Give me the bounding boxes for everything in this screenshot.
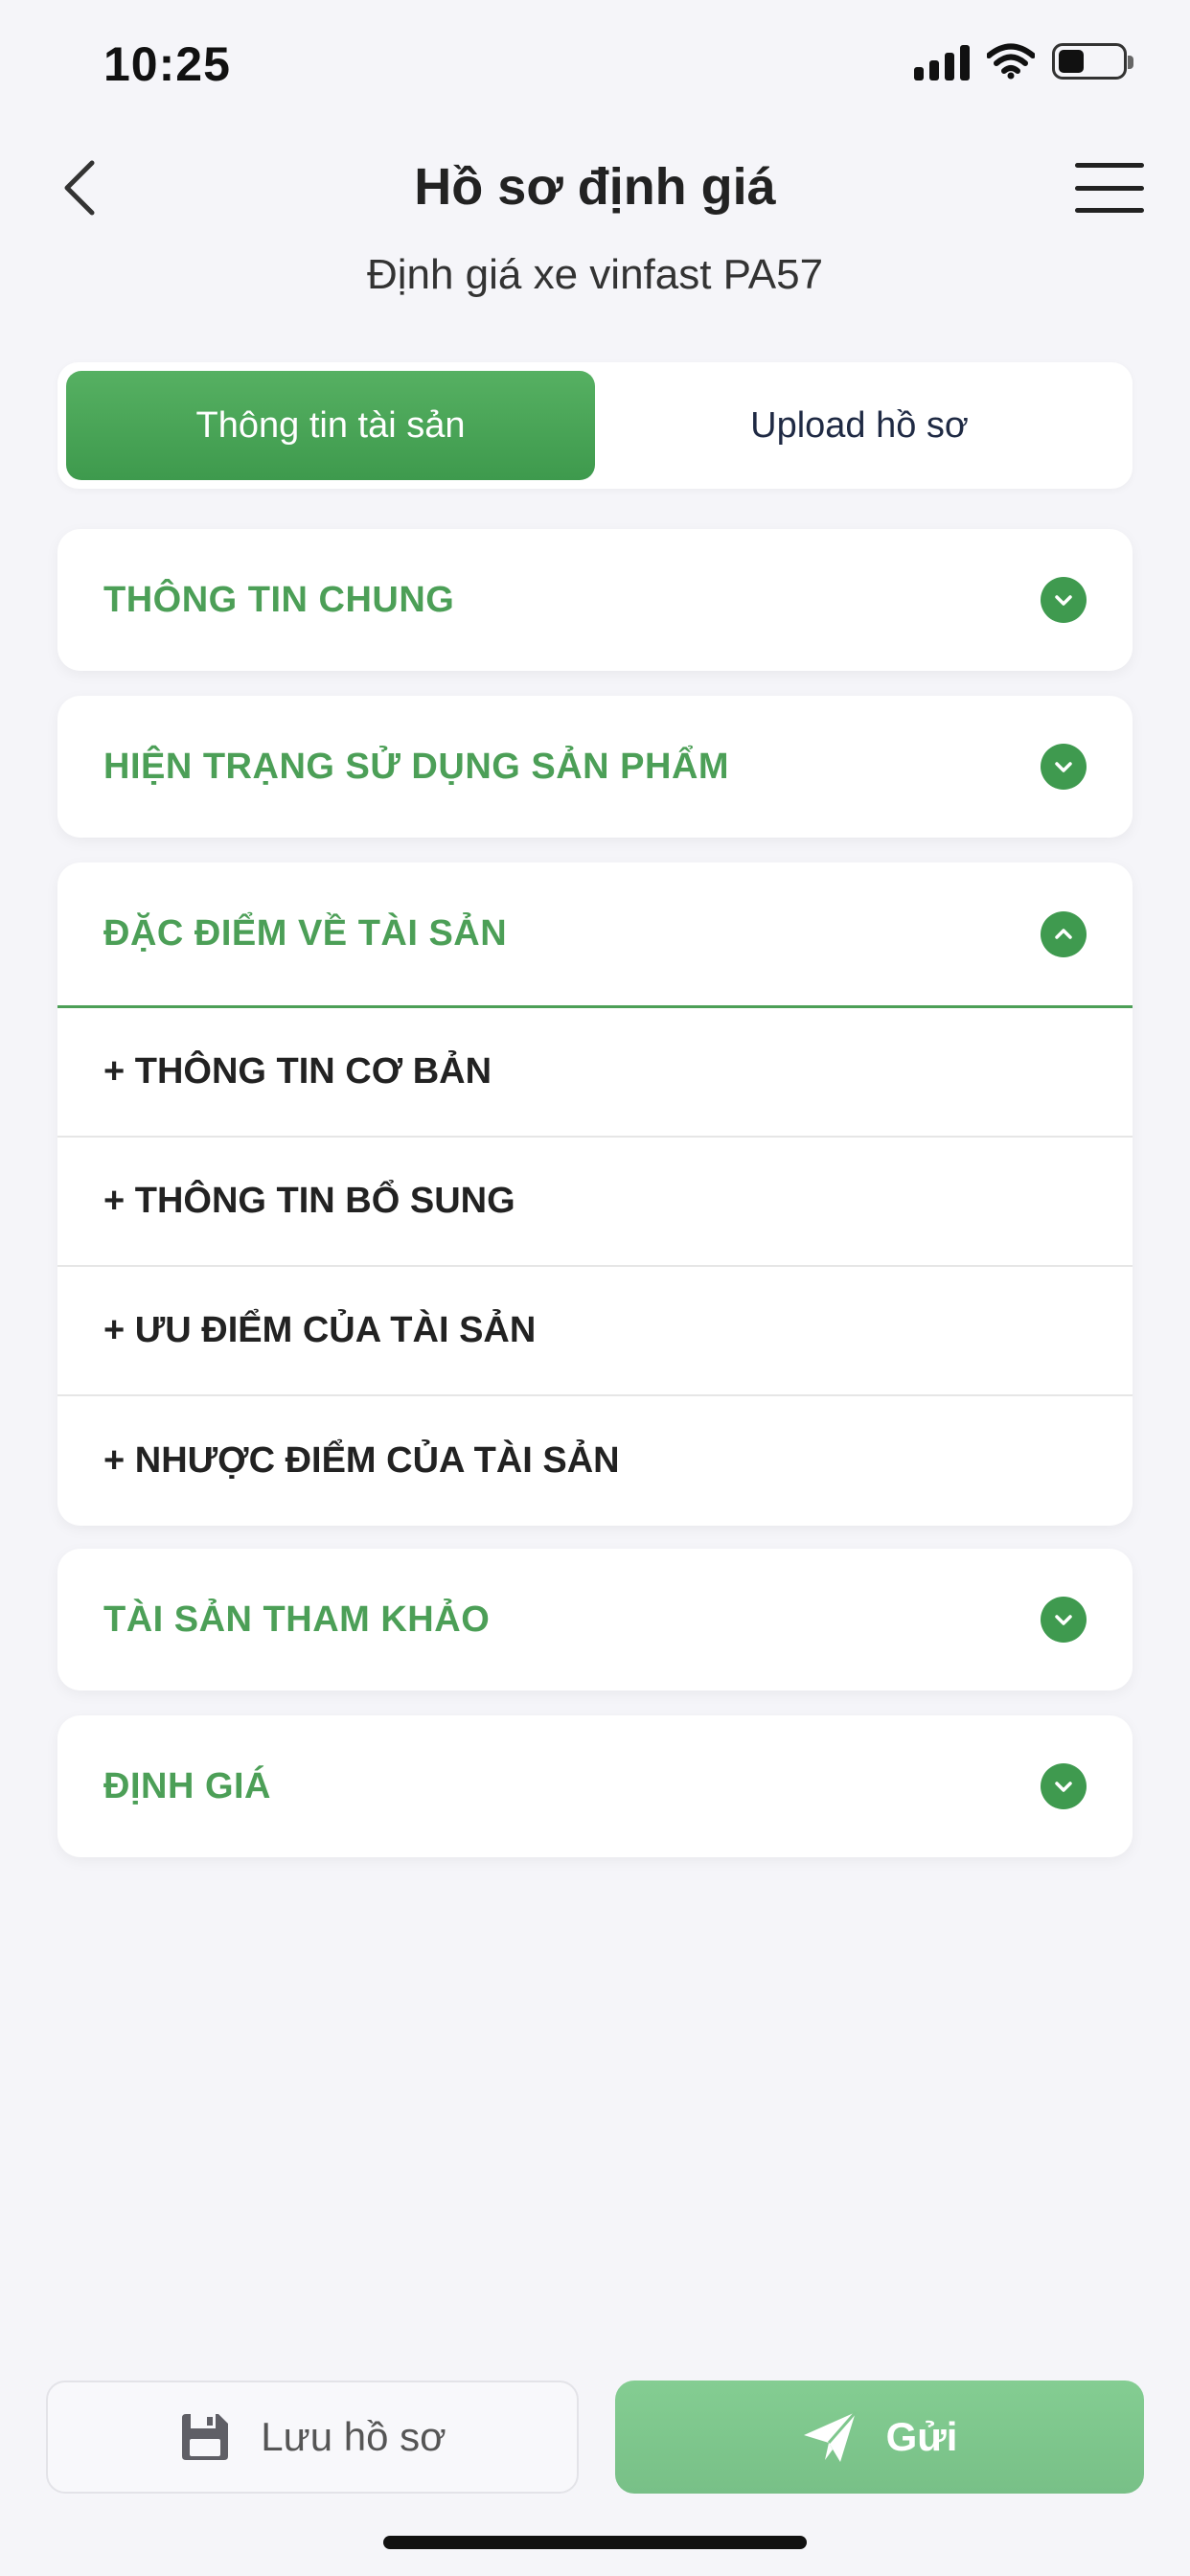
section-header[interactable]: TÀI SẢN THAM KHẢO [57, 1549, 1133, 1690]
section-header[interactable]: ĐỊNH GIÁ [57, 1715, 1133, 1857]
sub-item-advantages[interactable]: + ƯU ĐIỂM CỦA TÀI SẢN [57, 1267, 1133, 1396]
section-title: ĐẶC ĐIỂM VỀ TÀI SẢN [103, 913, 508, 954]
send-button-label: Gửi [885, 2414, 958, 2459]
section-usage-status: HIỆN TRẠNG SỬ DỤNG SẢN PHẨM [57, 696, 1133, 838]
status-icons [914, 42, 1133, 80]
save-button-label: Lưu hồ sơ [261, 2414, 446, 2459]
floppy-disk-icon [182, 2414, 229, 2460]
send-button[interactable]: Gửi [615, 2380, 1144, 2494]
battery-icon [1052, 43, 1133, 80]
section-header[interactable]: THÔNG TIN CHUNG [57, 529, 1133, 671]
sub-item-disadvantages[interactable]: + NHƯỢC ĐIỂM CỦA TÀI SẢN [57, 1396, 1133, 1526]
sub-item-basic-info[interactable]: + THÔNG TIN CƠ BẢN [57, 1008, 1133, 1138]
chevron-down-icon [1041, 577, 1087, 623]
page-title: Hồ sơ định giá [414, 158, 776, 216]
section-title: THÔNG TIN CHUNG [103, 579, 455, 620]
page-subtitle: Định giá xe vinfast PA57 [366, 251, 824, 298]
signal-icon [914, 42, 970, 80]
section-header[interactable]: HIỆN TRẠNG SỬ DỤNG SẢN PHẨM [57, 696, 1133, 838]
section-title: TÀI SẢN THAM KHẢO [103, 1598, 491, 1640]
section-header[interactable]: ĐẶC ĐIỂM VỀ TÀI SẢN [57, 862, 1133, 1008]
chevron-down-icon [1041, 1763, 1087, 1809]
chevron-down-icon [1041, 1597, 1087, 1643]
chevron-down-icon [1041, 744, 1087, 790]
status-time: 10:25 [103, 37, 231, 91]
section-reference-assets: TÀI SẢN THAM KHẢO [57, 1549, 1133, 1690]
sub-item-additional-info[interactable]: + THÔNG TIN BỔ SUNG [57, 1138, 1133, 1267]
section-valuation: ĐỊNH GIÁ [57, 1715, 1133, 1857]
section-asset-characteristics: ĐẶC ĐIỂM VỀ TÀI SẢN + THÔNG TIN CƠ BẢN +… [57, 862, 1133, 1526]
section-title: HIỆN TRẠNG SỬ DỤNG SẢN PHẨM [103, 746, 730, 787]
tab-upload-documents[interactable]: Upload hồ sơ [595, 371, 1124, 480]
hamburger-menu-icon[interactable] [1075, 159, 1144, 217]
wifi-icon [987, 43, 1035, 80]
section-title: ĐỊNH GIÁ [103, 1765, 271, 1806]
tab-asset-info[interactable]: Thông tin tài sản [66, 371, 595, 480]
section-general-info: THÔNG TIN CHUNG [57, 529, 1133, 671]
chevron-up-icon [1041, 910, 1087, 957]
tab-bar: Thông tin tài sản Upload hồ sơ [57, 362, 1133, 489]
home-indicator[interactable] [383, 2536, 807, 2549]
save-button[interactable]: Lưu hồ sơ [46, 2380, 579, 2494]
app-screen: 10:25 Hồ sơ định giá Định giá xe vinfast… [0, 0, 1190, 2576]
status-bar: 10:25 [0, 0, 1190, 130]
paper-plane-icon [803, 2411, 857, 2462]
